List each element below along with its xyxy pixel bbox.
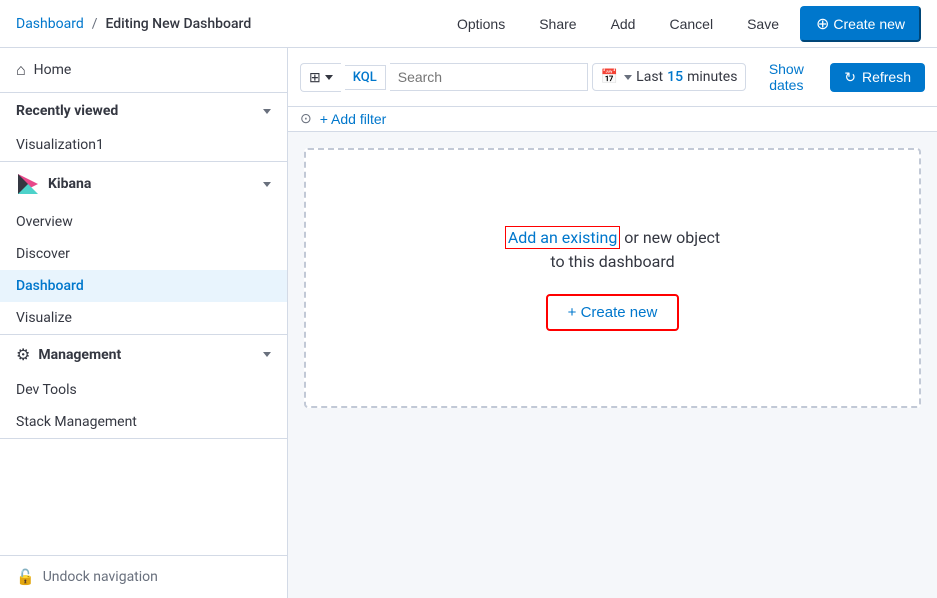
filter-bar-icon[interactable]: ⊙ [300,111,312,127]
time-label-pre: Last [636,69,663,85]
add-button[interactable]: Add [598,9,649,39]
kibana-chevron-icon [263,182,271,187]
sidebar-home[interactable]: ⌂ Home [0,48,287,93]
sidebar-item-overview[interactable]: Overview [0,206,287,238]
sidebar-item-dev-tools[interactable]: Dev Tools [0,374,287,406]
breadcrumb-current: Editing New Dashboard [106,16,252,32]
search-input[interactable] [390,63,588,91]
refresh-icon: ↻ [844,69,856,86]
sidebar-item-visualize[interactable]: Visualize [0,302,287,334]
time-picker-chevron-icon [624,75,632,80]
create-new-header-button[interactable]: ⊕ Create new [800,6,921,42]
options-button[interactable]: Options [444,9,518,39]
breadcrumb-dashboard[interactable]: Dashboard [16,16,84,32]
breadcrumb: Dashboard / Editing New Dashboard [16,16,251,32]
management-label: Management [38,347,121,363]
sidebar-management-header[interactable]: ⚙ Management [0,335,287,374]
cancel-button[interactable]: Cancel [656,9,726,39]
main-layout: ⌂ Home Recently viewed Visualization1 [0,48,937,598]
filter-icon: ⊞ [309,69,321,86]
filter-bar: ⊙ + Add filter [288,107,937,132]
kibana-logo-icon [16,172,40,196]
search-type-chevron-icon [325,75,333,80]
sidebar-kibana-header[interactable]: Kibana [0,162,287,206]
top-nav-actions: Options Share Add Cancel Save ⊕ Create n… [444,6,921,42]
query-bar: ⊞ KQL 📅 Last 15 minutes Show dates ↻ Ref… [288,48,937,107]
dashboard-area: Add an existing or new object to this da… [288,132,937,598]
sidebar-item-stack-management[interactable]: Stack Management [0,406,287,438]
time-value: 15 [667,69,683,85]
sidebar-item-dashboard[interactable]: Dashboard [0,270,287,302]
search-area: ⊞ KQL [300,63,588,92]
sidebar-section-recently-viewed: Recently viewed Visualization1 [0,93,287,162]
recently-viewed-title: Recently viewed [16,103,118,119]
breadcrumb-separator: / [92,16,98,32]
create-new-button[interactable]: + Create new [546,294,680,331]
main-content: ⊞ KQL 📅 Last 15 minutes Show dates ↻ Ref… [288,48,937,598]
gear-icon: ⚙ [16,345,30,364]
dashboard-empty-state: Add an existing or new object to this da… [304,148,921,408]
dashboard-empty-text: Add an existing or new object to this da… [505,226,720,274]
add-filter-button[interactable]: + Add filter [320,111,387,127]
top-nav: Dashboard / Editing New Dashboard Option… [0,0,937,48]
calendar-icon: 📅 [601,69,618,85]
management-chevron-icon [263,352,271,357]
sidebar: ⌂ Home Recently viewed Visualization1 [0,48,288,598]
lock-icon: 🔓 [16,568,35,586]
sidebar-section-kibana: Kibana Overview Discover Dashboard Visua… [0,162,287,335]
chevron-down-icon [263,109,271,114]
add-existing-link[interactable]: Add an existing [505,226,620,249]
sidebar-section-management: ⚙ Management Dev Tools Stack Management [0,335,287,439]
share-button[interactable]: Share [526,9,589,39]
search-type-button[interactable]: ⊞ [300,63,341,92]
sidebar-home-label: Home [34,62,72,78]
sidebar-item-visualization1[interactable]: Visualization1 [0,129,287,161]
plus-icon: ⊕ [816,14,829,34]
time-label-post: minutes [687,69,737,85]
kibana-label: Kibana [48,176,91,192]
home-icon: ⌂ [16,60,26,80]
refresh-button[interactable]: ↻ Refresh [830,63,925,92]
save-button[interactable]: Save [734,9,792,39]
show-dates-button[interactable]: Show dates [750,56,822,98]
sidebar-recently-viewed-header[interactable]: Recently viewed [0,93,287,129]
time-picker-button[interactable]: 📅 Last 15 minutes [592,63,747,91]
sidebar-item-discover[interactable]: Discover [0,238,287,270]
sidebar-undock-navigation[interactable]: 🔓 Undock navigation [0,555,287,598]
kql-button[interactable]: KQL [345,65,386,90]
